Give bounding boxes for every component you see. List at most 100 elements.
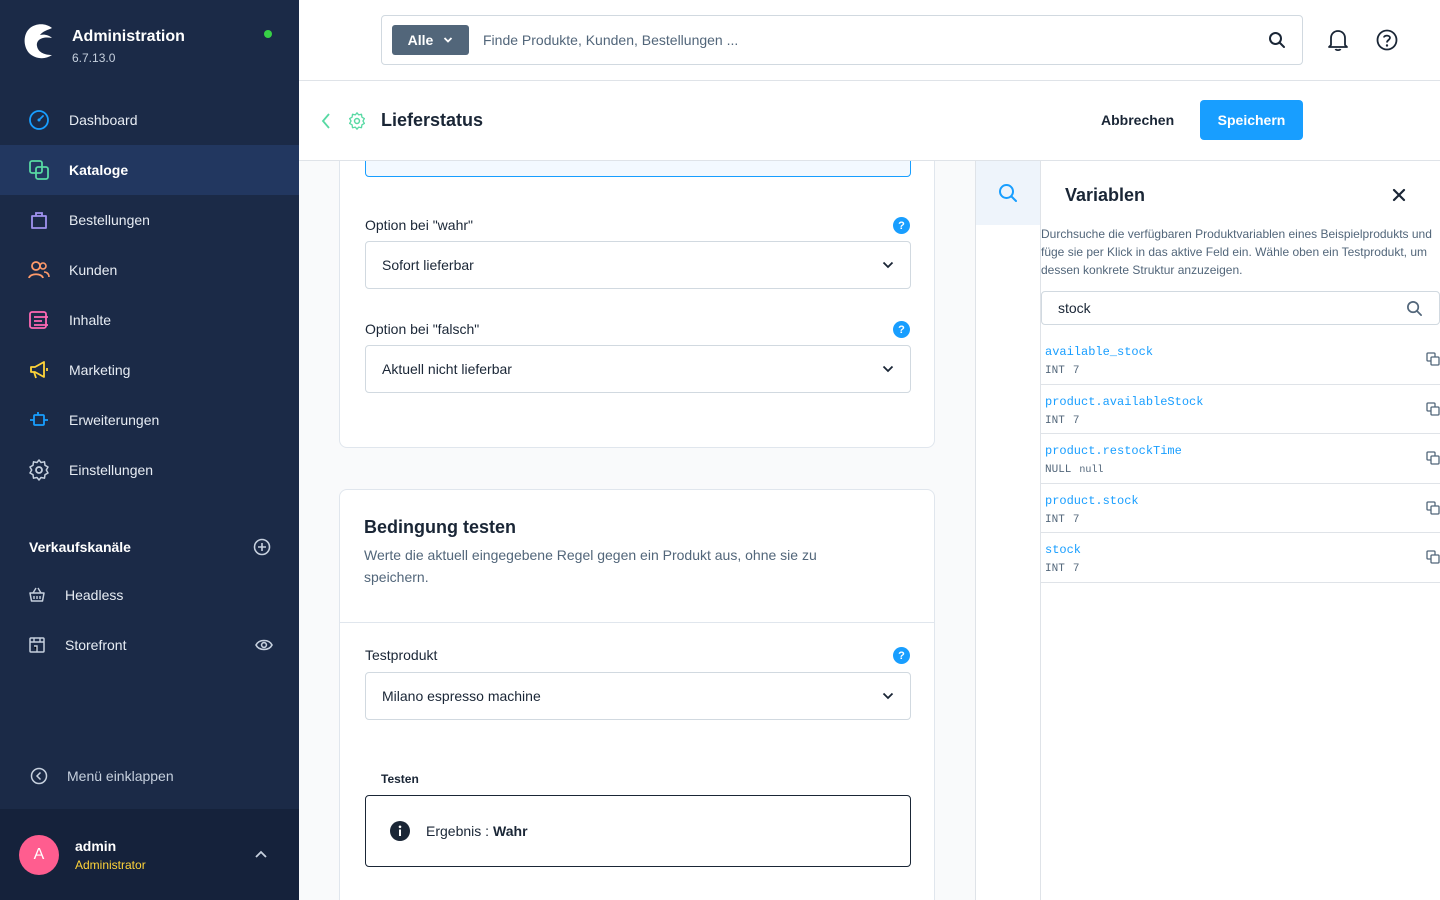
variable-type: INT: [1045, 513, 1065, 526]
template-code-editor[interactable]: %}: [365, 161, 911, 177]
cancel-button[interactable]: Abbrechen: [1089, 100, 1186, 140]
sidebar-item-kataloge[interactable]: Kataloge: [0, 145, 299, 195]
close-icon[interactable]: [1392, 188, 1406, 202]
sidebar-item-kunden[interactable]: Kunden: [0, 245, 299, 295]
chevron-up-icon[interactable]: [254, 849, 268, 859]
sidebar-item-label: Inhalte: [69, 312, 112, 328]
search-type-dropdown[interactable]: Alle: [392, 25, 469, 55]
basket-icon: [28, 584, 46, 606]
sidebar-item-label: Marketing: [69, 362, 131, 378]
eye-icon[interactable]: [255, 638, 273, 652]
sidebar-item-bestellungen[interactable]: Bestellungen: [0, 195, 299, 245]
chevron-down-icon: [444, 37, 453, 43]
variable-row[interactable]: product.stock INT 7: [1041, 484, 1440, 533]
variable-row[interactable]: available_stock INT 7: [1041, 335, 1440, 385]
variables-search-input[interactable]: stock: [1041, 291, 1440, 325]
variable-value: 7: [1072, 513, 1080, 526]
variable-name: product.stock: [1045, 493, 1139, 508]
variables-description: Durchsuche die verfügbaren Produktvariab…: [1041, 227, 1432, 277]
sales-channels-title: Verkaufskanäle: [29, 539, 131, 555]
test-result-box: Ergebnis : Wahr: [365, 795, 911, 867]
test-section-label: Testen: [381, 772, 419, 786]
variable-name: product.availableStock: [1045, 394, 1204, 409]
test-product-value: Milano espresso machine: [382, 688, 541, 704]
variable-row[interactable]: product.availableStock INT 7: [1041, 385, 1440, 434]
customers-icon: [28, 259, 50, 281]
option-true-help-icon[interactable]: ?: [893, 217, 910, 234]
main-content: %} Option bei "wahr" ? Sofort lieferbar …: [299, 161, 975, 900]
test-condition-card: Bedingung testen Werte die aktuell einge…: [339, 489, 935, 900]
help-icon[interactable]: [1376, 29, 1398, 51]
search-icon[interactable]: [1268, 31, 1286, 49]
copy-icon[interactable]: [1426, 451, 1440, 465]
sales-channels-header: Verkaufskanäle: [29, 538, 271, 556]
chevron-down-icon: [882, 261, 894, 269]
test-product-help-icon[interactable]: ?: [893, 647, 910, 664]
variable-name: product.restockTime: [1045, 444, 1182, 458]
variable-row[interactable]: stock INT 7: [1041, 533, 1440, 583]
settings-module-icon: [348, 112, 366, 130]
variable-name: available_stock: [1045, 345, 1154, 359]
option-false-label: Option bei "falsch": [365, 321, 480, 337]
option-false-select[interactable]: Aktuell nicht lieferbar: [365, 345, 911, 393]
test-card-description: Werte die aktuell eingegebene Regel gege…: [364, 547, 817, 585]
user-role: Administrator: [75, 857, 146, 872]
variable-row[interactable]: product.restockTime NULL null: [1041, 434, 1440, 484]
megaphone-icon: [28, 359, 50, 381]
sidebar-item-einstellungen[interactable]: Einstellungen: [0, 445, 299, 495]
search-type-label: Alle: [407, 32, 434, 48]
bell-icon[interactable]: [1327, 28, 1349, 52]
search-input[interactable]: [483, 32, 1268, 48]
sidebar-item-label: Kunden: [69, 262, 118, 278]
copy-icon[interactable]: [1426, 500, 1440, 515]
sidebar-item-marketing[interactable]: Marketing: [0, 345, 299, 395]
page-header: Lieferstatus Abbrechen Speichern: [299, 81, 1440, 161]
variable-value: 7: [1072, 365, 1080, 377]
search-icon: [1407, 300, 1422, 316]
variables-panel: Variablen Durchsuche die verfügbaren Pro…: [1041, 161, 1440, 900]
chevron-down-icon: [882, 365, 894, 373]
test-product-select[interactable]: Milano espresso machine: [365, 672, 911, 720]
variable-value: 7: [1072, 563, 1080, 575]
result-value: Wahr: [493, 823, 528, 839]
catalog-icon: [28, 159, 50, 181]
save-button[interactable]: Speichern: [1200, 100, 1303, 140]
sales-channel-label: Storefront: [65, 637, 127, 653]
chevron-down-icon: [882, 692, 894, 700]
variable-type: INT: [1045, 365, 1065, 377]
sidebar-item-label: Einstellungen: [69, 462, 154, 478]
plug-icon: [28, 409, 50, 431]
variable-name: stock: [1045, 543, 1082, 557]
test-product-label: Testprodukt: [365, 647, 438, 663]
option-true-label: Option bei "wahr": [365, 217, 473, 233]
sidebar-item-erweiterungen[interactable]: Erweiterungen: [0, 395, 299, 445]
sidebar-item-dashboard[interactable]: Dashboard: [0, 95, 299, 145]
test-card-title: Bedingung testen: [364, 517, 516, 537]
sidebar-item-inhalte[interactable]: Inhalte: [0, 295, 299, 345]
storefront-icon: [28, 634, 46, 656]
variables-search-value: stock: [1058, 300, 1091, 316]
variable-value: null: [1079, 465, 1104, 476]
brand: Administration 6.7.13.0: [22, 22, 185, 65]
option-true-value: Sofort lieferbar: [382, 257, 474, 273]
copy-icon[interactable]: [1426, 352, 1440, 366]
shopping-bag-icon: [28, 209, 50, 231]
avatar: A: [19, 834, 59, 875]
option-false-help-icon[interactable]: ?: [893, 321, 910, 338]
sales-channel-headless[interactable]: Headless: [28, 580, 273, 610]
gear-icon: [28, 459, 50, 481]
variables-title: Variablen: [1065, 185, 1146, 205]
copy-icon[interactable]: [1426, 550, 1440, 564]
option-true-select[interactable]: Sofort lieferbar: [365, 241, 911, 289]
user-menu[interactable]: A admin Administrator: [0, 809, 299, 900]
variable-type: INT: [1045, 563, 1065, 575]
chevron-left-icon[interactable]: [320, 112, 332, 130]
copy-icon[interactable]: [1426, 401, 1440, 416]
sidebar-rail: [975, 161, 1041, 900]
collapse-menu-button[interactable]: Menü einklappen: [30, 765, 174, 787]
add-sales-channel-icon[interactable]: [253, 538, 271, 556]
variables-list: available_stock INT 7 product.availableSt…: [1041, 335, 1440, 583]
sales-channel-storefront[interactable]: Storefront: [28, 630, 273, 660]
variables-tab[interactable]: [976, 161, 1040, 225]
shopware-logo-icon: [24, 24, 52, 59]
